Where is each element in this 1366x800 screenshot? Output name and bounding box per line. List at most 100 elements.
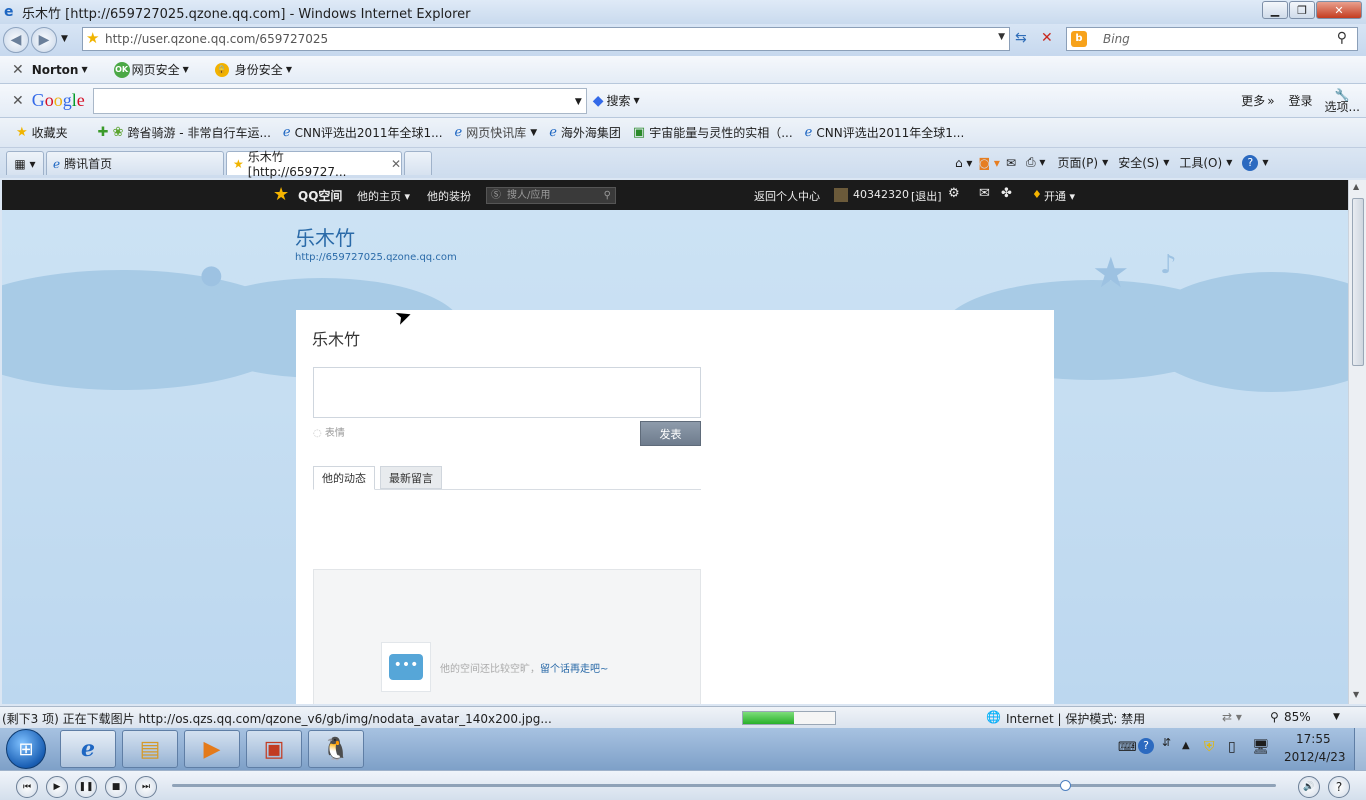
- publish-button[interactable]: 发表: [640, 421, 701, 446]
- play-button[interactable]: ▶: [46, 776, 68, 798]
- fav-item[interactable]: ℯ CNN评选出2011年全球1...: [805, 124, 965, 141]
- more-button[interactable]: 更多»: [1241, 92, 1274, 109]
- fav-item[interactable]: ❀ 跨省骑游 - 非常自行车运...: [113, 124, 271, 141]
- open-vip-label: 开通: [1044, 190, 1066, 203]
- clock-time[interactable]: 17:55: [1296, 732, 1331, 746]
- address-dropdown-icon[interactable]: ▼: [998, 32, 1005, 42]
- avatar[interactable]: [834, 188, 848, 202]
- network-tray-icon[interactable]: 🖥: [1252, 739, 1270, 755]
- quick-tabs-button[interactable]: ▦ ▾: [6, 151, 44, 175]
- profile-url[interactable]: http://659727025.qzone.qq.com: [295, 252, 457, 263]
- pause-button[interactable]: ❚❚: [75, 776, 97, 798]
- maximize-button[interactable]: ❐: [1289, 1, 1315, 19]
- login-label: 登录: [1288, 94, 1313, 108]
- google-search-input[interactable]: ▼: [92, 87, 587, 114]
- google-search-button[interactable]: ◆ 搜索 ▼: [593, 92, 640, 109]
- qzone-search-input[interactable]: Ⓢ 搜人/应用 ⚲: [486, 187, 616, 204]
- profile-name[interactable]: 乐木竹: [295, 222, 355, 251]
- open-vip-menu[interactable]: 开通 ▾: [1044, 188, 1075, 204]
- tools-menu[interactable]: 工具(O): [1179, 154, 1222, 171]
- print-icon[interactable]: ⎙ ▾: [1026, 155, 1045, 170]
- new-tab-button[interactable]: [404, 151, 432, 175]
- feeds-icon[interactable]: ◙ ▾: [978, 156, 999, 170]
- options-button[interactable]: 🔧 选项...: [1325, 89, 1360, 113]
- search-icon[interactable]: ⚲: [1337, 30, 1347, 46]
- help-icon[interactable]: ?: [1242, 154, 1259, 171]
- back-personal-center-link[interactable]: 返回个人中心: [754, 188, 820, 204]
- web-security-menu[interactable]: OK 网页安全 ▼: [113, 61, 189, 78]
- settings-gear-icon[interactable]: ⚙: [948, 186, 960, 201]
- popup-blocker-icon[interactable]: ⇄ ▾: [1222, 710, 1242, 724]
- location-pin-decoration: ●: [200, 260, 223, 290]
- stop-button[interactable]: ■: [105, 776, 127, 798]
- vertical-scrollbar[interactable]: ▲ ▼: [1348, 180, 1366, 704]
- language-tray-icon[interactable]: ⇵: [1162, 736, 1171, 749]
- fav-item[interactable]: ℯ 网页快讯库 ▼: [455, 124, 538, 141]
- tab-activity[interactable]: 他的动态: [313, 466, 375, 490]
- his-home-menu[interactable]: 他的主页 ▾: [357, 188, 410, 204]
- clover-icon[interactable]: ✤: [1001, 186, 1012, 201]
- fav-item[interactable]: ℯ 海外海集团: [549, 124, 621, 141]
- tab-qzone[interactable]: ★ 乐木竹 [http://659727... ✕: [226, 150, 402, 179]
- close-toolbar-icon[interactable]: ✕: [12, 62, 24, 78]
- clock-date[interactable]: 2012/4/23: [1284, 750, 1346, 764]
- bing-search-input[interactable]: b Bing ⚲: [1066, 27, 1358, 51]
- safety-menu[interactable]: 安全(S): [1118, 154, 1159, 171]
- volume-button[interactable]: 🔊: [1298, 776, 1320, 798]
- taskbar-media-player[interactable]: ▶: [184, 730, 240, 768]
- refresh-icon[interactable]: ⇆: [1015, 30, 1027, 46]
- scroll-thumb[interactable]: [1352, 198, 1364, 366]
- stop-icon[interactable]: ✕: [1041, 30, 1053, 46]
- zoom-icon: ⚲: [1270, 710, 1279, 724]
- close-google-toolbar-icon[interactable]: ✕: [12, 93, 24, 109]
- scroll-down-icon[interactable]: ▼: [1353, 690, 1359, 699]
- mail-icon[interactable]: ✉: [1006, 156, 1016, 170]
- history-dropdown-icon[interactable]: ▼: [61, 34, 68, 44]
- media-help-button[interactable]: ?: [1328, 776, 1350, 798]
- home-icon[interactable]: ⌂ ▾: [955, 156, 972, 170]
- show-desktop-button[interactable]: [1354, 728, 1366, 770]
- emoji-button[interactable]: ◌ 表情: [313, 424, 345, 439]
- taskbar-qq[interactable]: 🐧: [308, 730, 364, 768]
- fav-item[interactable]: ℯ CNN评选出2011年全球1...: [283, 124, 443, 141]
- zoom-dropdown-icon[interactable]: ▼: [1333, 712, 1340, 722]
- tab-close-icon[interactable]: ✕: [391, 157, 401, 171]
- keyboard-icon[interactable]: ⌨: [1118, 740, 1137, 755]
- taskbar-ie[interactable]: ℯ: [60, 730, 116, 768]
- taskbar-explorer[interactable]: ▤: [122, 730, 178, 768]
- minimize-button[interactable]: ▁: [1262, 1, 1288, 19]
- identity-security-menu[interactable]: 🔒 身份安全 ▼: [214, 61, 292, 78]
- fav-item[interactable]: ▣ 宇宙能量与灵性的实相（...: [633, 124, 793, 141]
- show-hidden-icons[interactable]: ▲: [1182, 740, 1190, 751]
- seek-track[interactable]: [172, 784, 1276, 787]
- add-favorite-icon[interactable]: ✚: [98, 125, 109, 140]
- close-button[interactable]: ✕: [1316, 1, 1362, 19]
- forward-button[interactable]: ▶: [31, 27, 57, 53]
- favorites-button[interactable]: ★ 收藏夹: [16, 124, 68, 141]
- next-button[interactable]: ⏭: [135, 776, 157, 798]
- back-button[interactable]: ◀: [3, 27, 29, 53]
- start-button[interactable]: ⊞: [6, 729, 46, 769]
- tab-messages[interactable]: 最新留言: [380, 466, 442, 489]
- shield-tray-icon[interactable]: ⛨: [1204, 739, 1215, 755]
- device-tray-icon[interactable]: ▯: [1228, 739, 1236, 755]
- address-input[interactable]: ★ http://user.qzone.qq.com/659727025 ▼: [82, 27, 1010, 51]
- seek-thumb[interactable]: [1060, 780, 1071, 791]
- login-button[interactable]: 登录: [1289, 92, 1313, 109]
- norton-menu[interactable]: Norton ▼: [32, 63, 88, 77]
- leave-message-link[interactable]: 留个话再走吧~: [540, 664, 608, 675]
- qzone-logo[interactable]: QQ空间: [298, 187, 342, 204]
- help-tray-icon[interactable]: ?: [1138, 738, 1154, 754]
- tab-tencent[interactable]: ℯ 腾讯首页: [46, 151, 224, 175]
- favorites-star-icon: ★: [16, 125, 28, 140]
- scroll-up-icon[interactable]: ▲: [1353, 182, 1359, 191]
- logout-link[interactable]: [退出]: [911, 188, 942, 204]
- previous-button[interactable]: ⏮: [16, 776, 38, 798]
- zoom-level[interactable]: 85%: [1284, 710, 1311, 724]
- his-dress-link[interactable]: 他的装扮: [427, 188, 471, 204]
- taskbar-powerpoint[interactable]: ▣: [246, 730, 302, 768]
- post-textarea[interactable]: [313, 367, 701, 418]
- page-menu[interactable]: 页面(P): [1057, 154, 1098, 171]
- search-icon[interactable]: ⚲: [604, 188, 611, 203]
- mail-icon[interactable]: ✉: [979, 186, 990, 201]
